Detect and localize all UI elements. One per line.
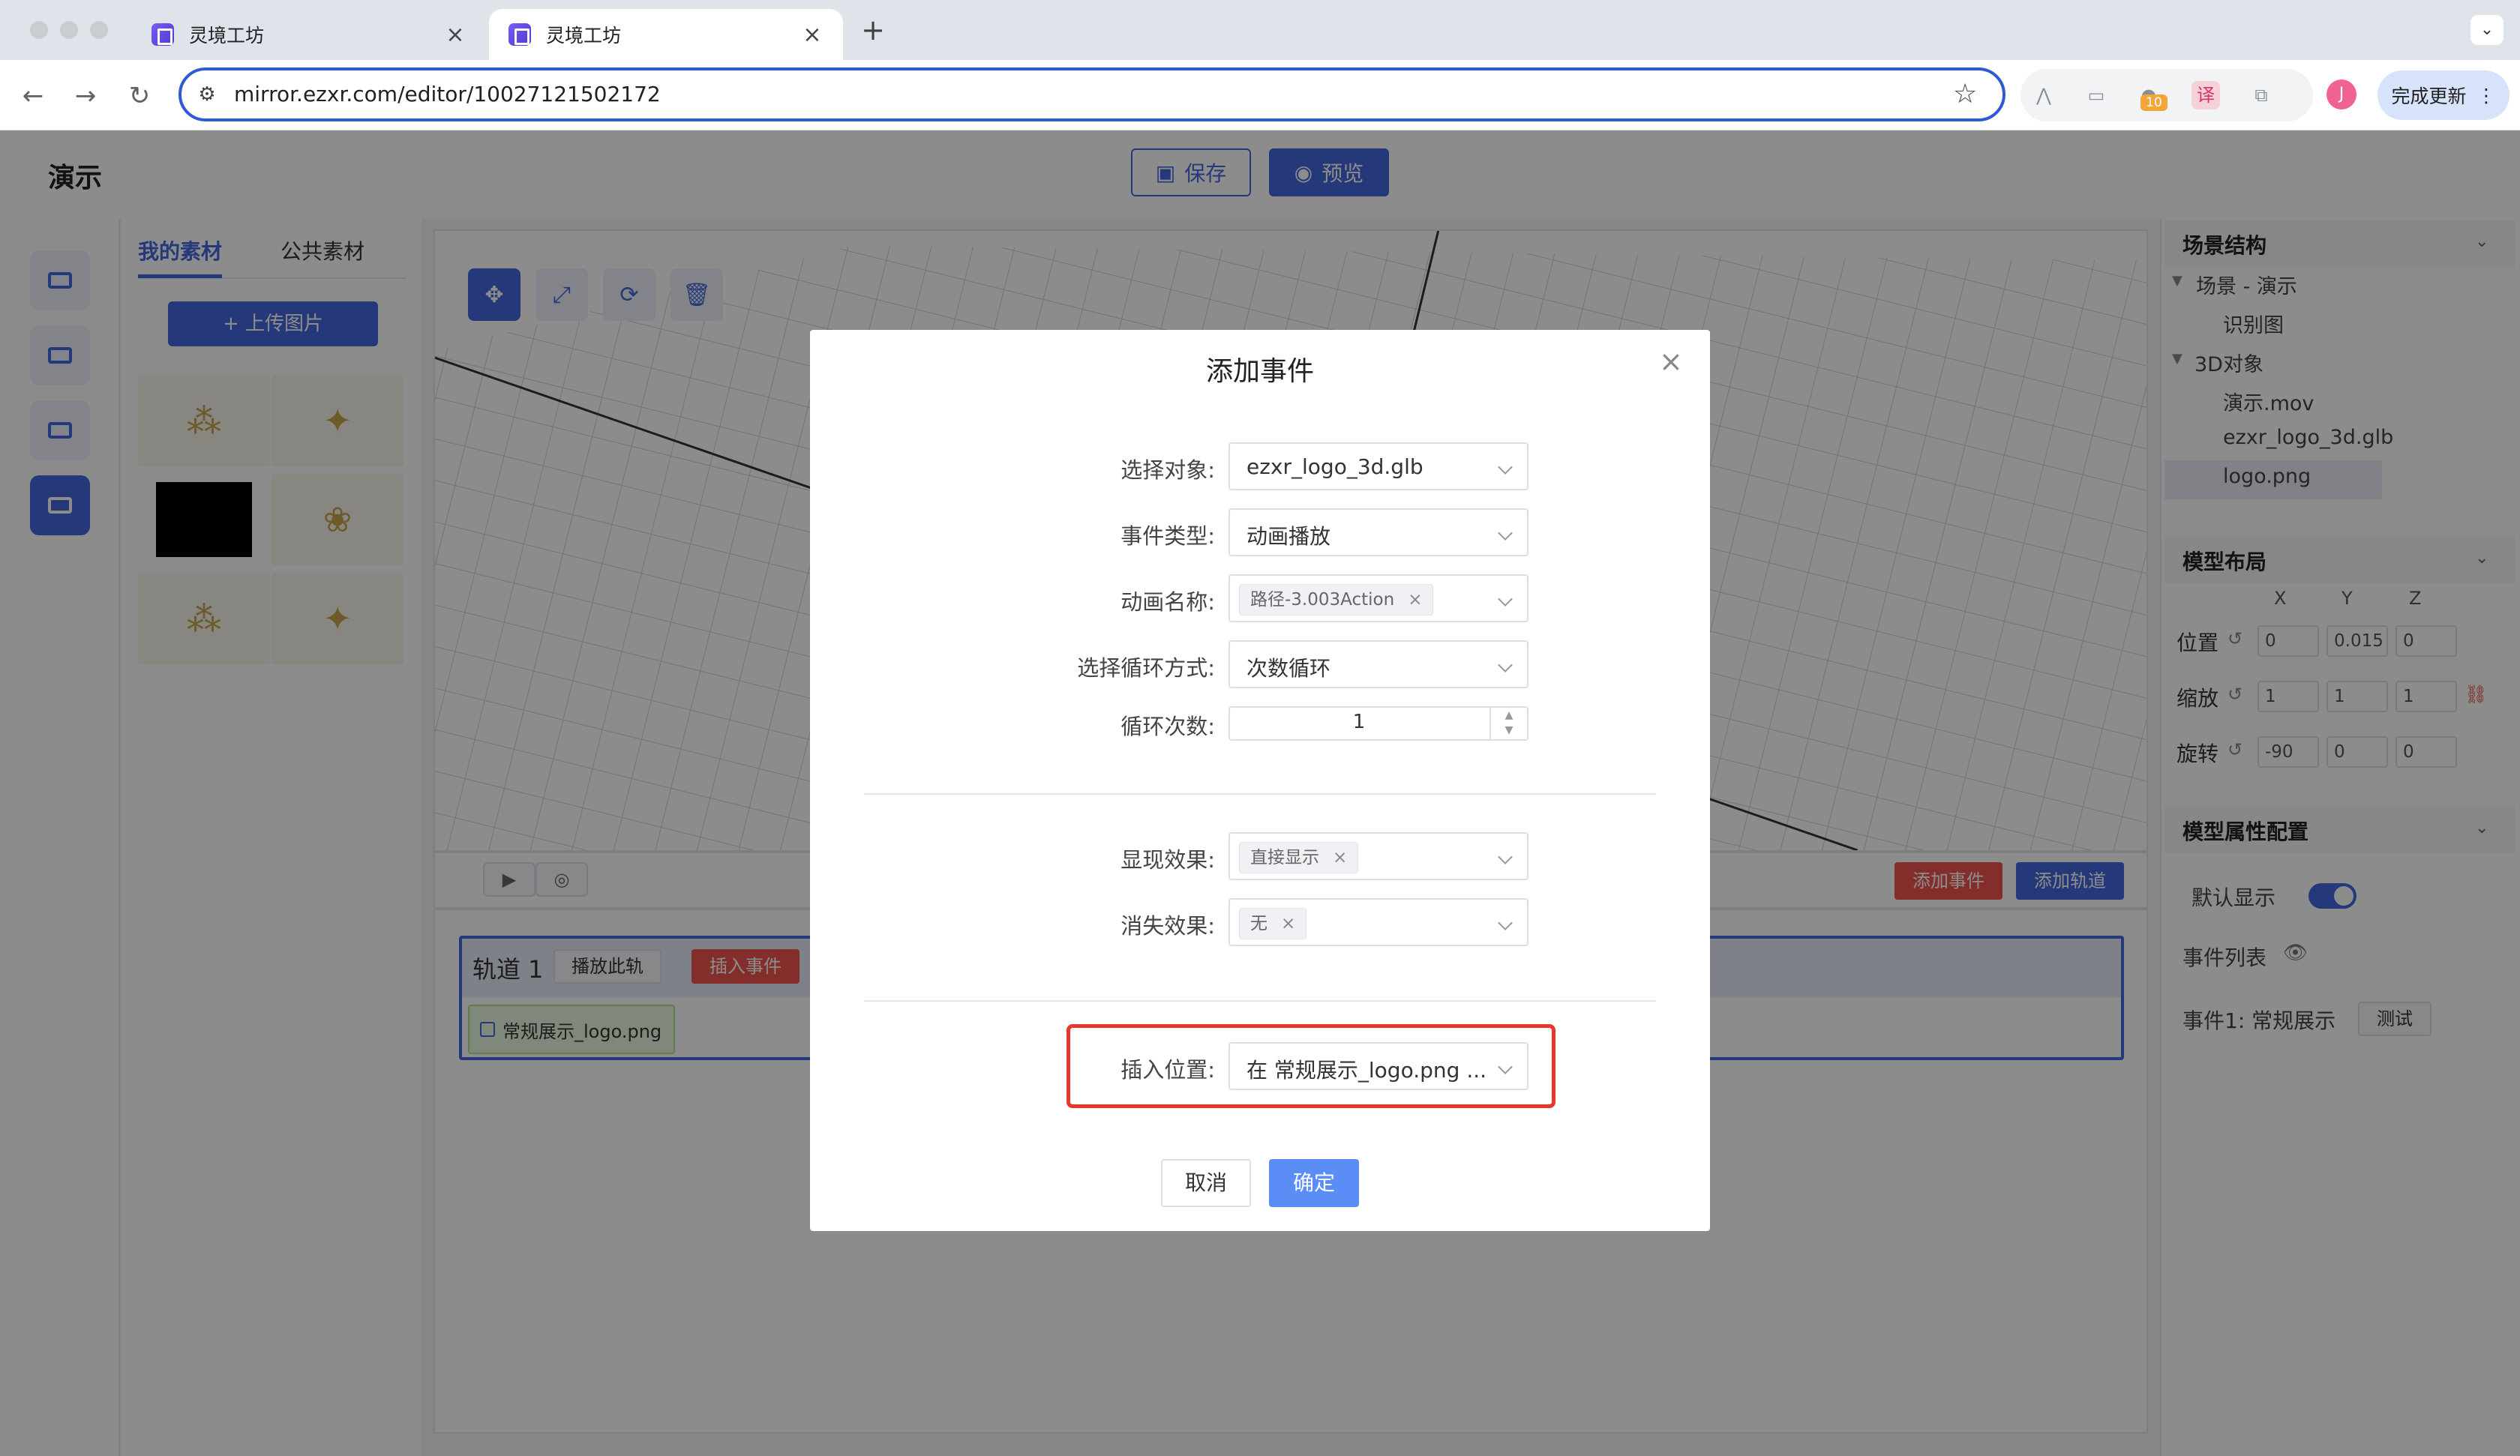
form-divider [864,793,1656,795]
back-arrow-icon[interactable]: ← [15,78,51,114]
extension-b-icon[interactable]: ▭ [2082,81,2110,109]
loop-count-value: 1 [1352,711,1366,733]
url-text[interactable]: mirror.ezxr.com/editor/10027121502172 [234,79,661,109]
browser-tab-2[interactable]: 灵境工坊 × [489,9,843,60]
chevron-down-icon [1498,658,1513,673]
appear-tag: 直接显示 × [1239,842,1359,873]
cancel-button[interactable]: 取消 [1161,1159,1251,1207]
chevron-down-icon [1498,915,1513,930]
bookmark-star-icon[interactable]: ☆ [1953,78,1977,111]
tab-close-icon[interactable]: × [444,22,466,48]
reload-icon[interactable]: ↻ [122,78,158,114]
window-minimize-dot[interactable] [60,21,78,39]
event-type-value: 动画播放 [1246,524,1331,549]
chevron-down-icon [1498,1059,1513,1074]
animation-tag-text: 路径-3.003Action [1250,590,1395,610]
chevron-down-icon [1498,592,1513,607]
disappear-effect-select[interactable]: 无 × [1228,898,1528,946]
tag-remove-icon[interactable]: × [1333,843,1347,873]
tab-title: 灵境工坊 [189,25,265,46]
translate-extension-icon[interactable]: 译 [2192,81,2220,109]
window-close-dot[interactable] [30,21,48,39]
disappear-tag-text: 无 [1250,914,1268,933]
tag-remove-icon[interactable]: × [1408,585,1422,615]
update-label: 完成更新 [2391,85,2467,107]
event-type-select[interactable]: 动画播放 [1228,508,1528,556]
form-divider [864,1000,1656,1002]
app-favicon-icon [152,23,174,46]
new-tab-button[interactable]: + [860,13,886,46]
tab-title: 灵境工坊 [546,25,622,46]
confirm-button[interactable]: 确定 [1269,1159,1359,1207]
animation-tag: 路径-3.003Action × [1239,584,1434,616]
app-favicon-icon [508,23,531,46]
chevron-down-icon [1498,526,1513,541]
update-button[interactable]: 完成更新 ⋮ [2378,70,2510,120]
tag-remove-icon[interactable]: × [1281,909,1295,939]
loop-mode-select[interactable]: 次数循环 [1228,640,1528,688]
tab-close-icon[interactable]: × [801,22,824,48]
event-type-label: 事件类型: [1120,523,1215,549]
disappear-effect-label: 消失效果: [1120,913,1215,939]
animation-name-select[interactable]: 路径-3.003Action × [1228,574,1528,622]
chevron-down-icon [1498,849,1513,864]
extension-a-icon[interactable]: ⋀ [2030,81,2058,109]
insert-position-value: 在 常规展示_logo.png ... [1246,1058,1487,1083]
site-info-icon[interactable]: ⚙ [195,82,219,106]
insert-position-select[interactable]: 在 常规展示_logo.png ... [1228,1042,1528,1090]
kebab-menu-icon[interactable]: ⋮ [2477,85,2496,106]
loop-mode-label: 选择循环方式: [1077,655,1215,681]
appear-effect-label: 显现效果: [1120,847,1215,873]
stepper-icon[interactable]: ▲ ▼ [1490,708,1527,739]
target-value: ezxr_logo_3d.glb [1246,454,1424,479]
loop-count-input[interactable]: 1 ▲ ▼ [1228,706,1528,741]
appear-effect-select[interactable]: 直接显示 × [1228,832,1528,880]
insert-position-label: 插入位置: [1120,1057,1215,1083]
animation-name-label: 动画名称: [1120,589,1215,615]
extension-badge: 10 [2140,94,2168,111]
forward-arrow-icon[interactable]: → [68,78,104,114]
disappear-tag: 无 × [1239,908,1307,939]
loop-mode-value: 次数循环 [1246,656,1331,681]
chevron-down-icon [1498,460,1513,475]
browser-tab-1[interactable]: 灵境工坊 × [132,9,486,60]
target-select[interactable]: ezxr_logo_3d.glb [1228,442,1528,490]
profile-avatar[interactable]: J [2326,79,2356,109]
dialog-title: 添加事件 [1205,356,1314,387]
close-icon[interactable]: × [1659,345,1683,378]
loop-count-label: 循环次数: [1120,714,1215,739]
target-label: 选择对象: [1120,457,1215,483]
extensions-puzzle-icon[interactable]: ⧉ [2247,81,2276,109]
appear-tag-text: 直接显示 [1250,848,1319,867]
window-zoom-dot[interactable] [90,21,108,39]
tab-list-button[interactable]: ⌄ [2470,15,2504,45]
